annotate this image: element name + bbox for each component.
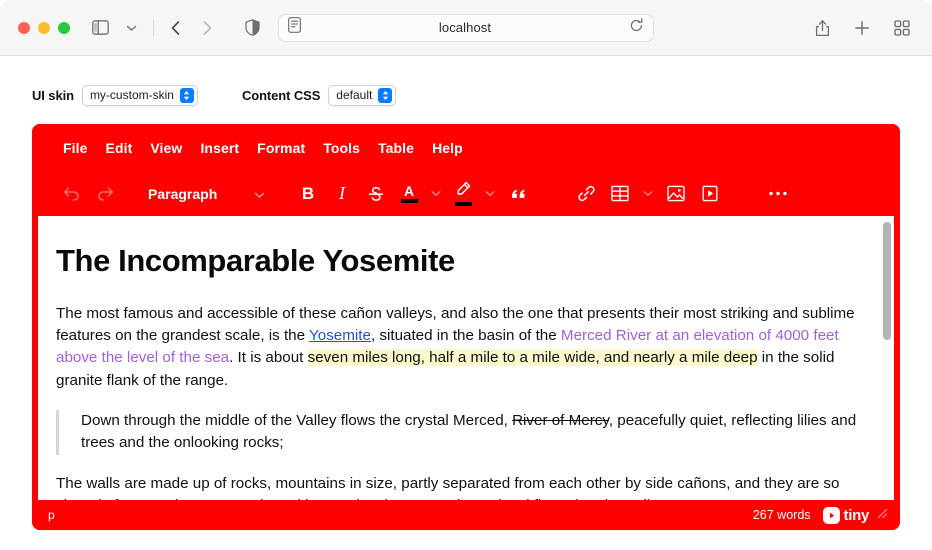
content-css-value: default [336,88,372,102]
document-title: The Incomparable Yosemite [56,242,868,281]
quote-struck-text: River of Mercy [512,412,609,429]
editor-content-area[interactable]: The Incomparable Yosemite The most famou… [38,216,894,500]
block-format-select[interactable]: Paragraph [138,179,273,209]
close-window-button[interactable] [18,22,30,34]
strikethrough-button[interactable] [359,179,393,209]
blockquote-paragraph: Down through the middle of the Valley fl… [81,410,868,455]
tiny-wordmark: tiny [844,507,869,524]
highlight-pen-icon [455,181,472,201]
tinymce-editor: File Edit View Insert Format Tools Table… [32,124,900,530]
text-color-button[interactable]: A [393,179,425,209]
p1-highlighted-text: seven miles long, half a mile to a mile … [308,349,758,366]
content-css-label: Content CSS [242,88,320,103]
menu-help[interactable]: Help [423,136,472,160]
highlight-chevron-down-icon[interactable] [479,179,501,209]
ui-skin-select[interactable]: my-custom-skin [82,85,198,106]
editor-toolbar: Paragraph B I [32,171,900,216]
paragraph-2: The walls are made up of rocks, mountain… [56,473,868,500]
undo-icon[interactable] [54,179,88,209]
blockquote: Down through the middle of the Valley fl… [56,410,868,455]
toolbar-spacer [229,20,230,36]
element-path[interactable]: p [48,508,753,522]
url-text: localhost [301,20,629,35]
safari-browser-window: localhost [0,0,932,550]
chevron-down-icon [254,186,265,202]
content-css-select[interactable]: default [328,85,396,106]
menu-format[interactable]: Format [248,136,314,160]
link-icon[interactable] [569,179,603,209]
menu-file[interactable]: File [54,136,97,160]
ui-skin-label: UI skin [32,88,74,103]
table-icon[interactable] [603,179,637,209]
demo-controls-row: UI skin my-custom-skin Content CSS defau… [0,78,932,112]
chevron-down-icon[interactable] [117,15,145,41]
image-icon[interactable] [659,179,693,209]
browser-titlebar: localhost [0,0,932,56]
redo-icon[interactable] [88,179,122,209]
select-stepper-icon [378,88,392,103]
paragraph-1: The most famous and accessible of these … [56,303,868,392]
menu-view[interactable]: View [141,136,191,160]
page-content: UI skin my-custom-skin Content CSS defau… [0,56,932,550]
yosemite-link[interactable]: Yosemite [309,327,371,344]
share-icon[interactable] [808,15,836,41]
toolbar-divider [153,20,154,36]
minimize-window-button[interactable] [38,22,50,34]
sidebar-icon[interactable] [86,15,114,41]
menu-insert[interactable]: Insert [191,136,248,160]
reader-view-icon[interactable] [288,17,301,38]
window-traffic-lights [18,22,70,34]
menu-tools[interactable]: Tools [314,136,369,160]
text-color-chevron-down-icon[interactable] [425,179,447,209]
tiny-logo-icon [823,507,840,524]
select-stepper-icon [180,88,194,103]
quote-segment-1: Down through the middle of the Valley fl… [81,412,512,429]
address-bar[interactable]: localhost [278,14,654,42]
bold-button[interactable]: B [291,179,325,209]
back-arrow-icon[interactable] [162,15,190,41]
browser-right-tools [808,15,916,41]
menu-edit[interactable]: Edit [97,136,142,160]
p1-segment-2: , situated in the basin of the [371,327,561,344]
editor-scrollbar-thumb[interactable] [883,222,891,340]
word-count[interactable]: 267 words [753,508,811,522]
highlight-swatch [455,202,472,206]
forecolor-letter: A [404,185,414,198]
editor-statusbar: p 267 words tiny [32,500,900,530]
reload-icon[interactable] [629,18,644,38]
editor-scrollbar[interactable] [883,220,891,496]
tab-overview-icon[interactable] [888,15,916,41]
forward-arrow-icon[interactable] [193,15,221,41]
table-chevron-down-icon[interactable] [637,179,659,209]
plus-icon[interactable] [848,15,876,41]
editor-menubar: File Edit View Insert Format Tools Table… [32,124,900,171]
document-body[interactable]: The Incomparable Yosemite The most famou… [38,216,894,500]
shield-icon[interactable] [238,15,266,41]
forecolor-swatch [401,199,418,203]
maximize-window-button[interactable] [58,22,70,34]
highlight-color-button[interactable] [447,179,479,209]
more-icon[interactable] [761,179,795,209]
menu-table[interactable]: Table [369,136,423,160]
media-icon[interactable] [693,179,727,209]
tiny-branding[interactable]: tiny [823,507,869,524]
italic-button[interactable]: I [325,179,359,209]
p1-segment-3: . It is about [229,349,308,366]
block-format-value: Paragraph [148,186,217,202]
ui-skin-value: my-custom-skin [90,88,174,102]
resize-handle-icon[interactable] [877,508,888,522]
blockquote-button[interactable] [501,179,535,209]
